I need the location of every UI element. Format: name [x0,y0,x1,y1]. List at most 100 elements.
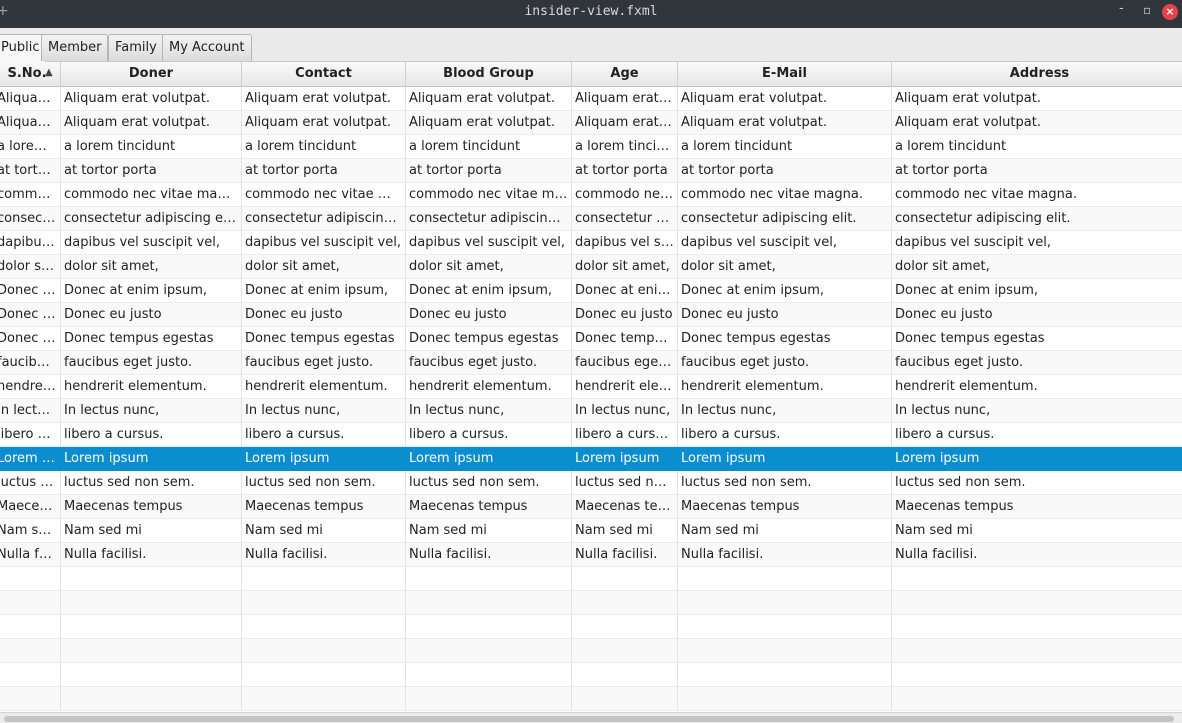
cell-age: Nulla facilisi. [572,543,678,567]
table-row[interactable]: Aliquam erat volutpat.Aliquam erat volut… [0,87,1182,111]
column-divider [571,567,572,591]
column-header-email[interactable]: E-Mail [678,62,892,87]
cell-blood-group: dolor sit amet, [406,255,572,279]
cell-contact: Donec at enim ipsum, [242,279,406,303]
cell-address: In lectus nunc, [892,399,1182,423]
cell-email: at tortor porta [678,159,892,183]
cell-blood-group: Nulla facilisi. [406,543,572,567]
cell-age: Aliquam erat volutpat. [572,111,678,135]
minimize-icon[interactable]: - [1119,1,1124,16]
cell-blood-group: at tortor porta [406,159,572,183]
tab-my-account[interactable]: My Account [162,34,252,61]
cell-address: Aliquam erat volutpat. [892,87,1182,111]
cell-sno: Donec tempus egestas [0,327,61,351]
table-row[interactable]: Donec eu justoDonec eu justoDonec eu jus… [0,303,1182,327]
cell-sno: luctus sed non sem. [0,471,61,495]
cell-age: hendrerit elementum. [572,375,678,399]
cell-contact: consectetur adipiscing elit. [242,207,406,231]
column-header-doner[interactable]: Doner [61,62,242,87]
cell-contact: Aliquam erat volutpat. [242,111,406,135]
cell-doner: Lorem ipsum [61,447,242,471]
column-header-contact[interactable]: Contact [242,62,406,87]
cell-doner: Nam sed mi [61,519,242,543]
column-divider [405,567,406,591]
table-row[interactable]: commodo nec vitae magna.commodo nec vita… [0,183,1182,207]
cell-email: Donec at enim ipsum, [678,279,892,303]
cell-blood-group: Lorem ipsum [406,447,572,471]
cell-address: Donec eu justo [892,303,1182,327]
cell-email: In lectus nunc, [678,399,892,423]
cell-address: Aliquam erat volutpat. [892,111,1182,135]
column-divider [677,615,678,639]
sort-ascending-icon: ▲ [45,67,53,78]
cell-contact: at tortor porta [242,159,406,183]
table-row[interactable]: luctus sed non sem.luctus sed non sem.lu… [0,471,1182,495]
cell-age: In lectus nunc, [572,399,678,423]
cell-age: Donec at enim ipsum, [572,279,678,303]
table-row[interactable]: Lorem ipsumLorem ipsumLorem ipsumLorem i… [0,447,1182,471]
table-row[interactable]: Aliquam erat volutpat.Aliquam erat volut… [0,111,1182,135]
table-row[interactable]: hendrerit elementum. hendrerit elementum.… [0,375,1182,399]
cell-blood-group: luctus sed non sem. [406,471,572,495]
table-row[interactable]: Donec at enim ipsum,Donec at enim ipsum,… [0,279,1182,303]
cell-email: Lorem ipsum [678,447,892,471]
cell-blood-group: Maecenas tempus [406,495,572,519]
cell-doner: commodo nec vitae magna. [61,183,242,207]
cell-contact: dolor sit amet, [242,255,406,279]
column-header-address[interactable]: Address [892,62,1182,87]
cell-sno: dapibus vel suscipit vel, [0,231,61,255]
table-row[interactable]: In lectus nunc,In lectus nunc,In lectus … [0,399,1182,423]
cell-age: commodo nec vitae magna. [572,183,678,207]
cell-sno: commodo nec vitae magna. [0,183,61,207]
cell-sno: Nulla facilisi. [0,543,61,567]
cell-sno: dolor sit amet, [0,255,61,279]
column-divider [677,663,678,687]
empty-row [0,591,1182,615]
column-divider [60,615,61,639]
table-body[interactable]: Aliquam erat volutpat.Aliquam erat volut… [0,87,1182,712]
tab-member[interactable]: Member [41,34,109,61]
cell-sno: Nam sed mi [0,519,61,543]
tab-public[interactable]: Public [0,34,47,62]
table-row[interactable]: at tortor portaat tortor portaat tortor … [0,159,1182,183]
cell-sno: hendrerit elementum. [0,375,61,399]
column-divider [405,591,406,615]
cell-blood-group: libero a cursus. [406,423,572,447]
donor-table[interactable]: S.No. Doner Contact Blood Group Age E-Mail Add… [0,62,1182,712]
table-row[interactable]: a lorem tincidunta lorem tincidunta lore… [0,135,1182,159]
cell-doner: Aliquam erat volutpat. [61,111,242,135]
cell-age: a lorem tincidunt [572,135,678,159]
horizontal-scrollbar[interactable] [0,712,1182,723]
table-row[interactable]: Nulla facilisi.Nulla facilisi.Nulla faci… [0,543,1182,567]
table-row[interactable]: dolor sit amet,dolor sit amet,dolor sit … [0,255,1182,279]
cell-blood-group: Donec at enim ipsum, [406,279,572,303]
column-divider [891,639,892,663]
column-divider [891,687,892,711]
cell-sno: libero a cursus. [0,423,61,447]
table-row[interactable]: Donec tempus egestas Donec tempus egestas… [0,327,1182,351]
cell-age: dolor sit amet, [572,255,678,279]
table-row[interactable]: faucibus eget justo.faucibus eget justo.… [0,351,1182,375]
table-row[interactable]: Nam sed miNam sed miNam sed miNam sed mi… [0,519,1182,543]
cell-doner: Maecenas tempus [61,495,242,519]
scrollbar-thumb[interactable] [4,716,1174,722]
cell-address: commodo nec vitae magna. [892,183,1182,207]
cell-sno: at tortor porta [0,159,61,183]
table-row[interactable]: Maecenas tempusMaecenas tempusMaecenas t… [0,495,1182,519]
cell-email: Donec tempus egestas [678,327,892,351]
column-header-age[interactable]: Age [572,62,678,87]
cell-doner: Donec eu justo [61,303,242,327]
column-divider [60,663,61,687]
cell-sno: Lorem ipsum [0,447,61,471]
cell-sno: a lorem tincidunt [0,135,61,159]
table-row[interactable]: libero a cursus.libero a cursus.libero a… [0,423,1182,447]
close-icon[interactable]: × [1162,4,1178,20]
window-titlebar[interactable]: + insider-view.fxml - ▫ × [0,0,1182,28]
column-header-blood-group[interactable]: Blood Group [406,62,572,87]
table-row[interactable]: consectetur adipiscing elit.consectetur … [0,207,1182,231]
restore-icon[interactable]: ▫ [1143,3,1151,17]
cell-blood-group: Donec tempus egestas [406,327,572,351]
tab-family[interactable]: Family [108,34,164,61]
table-row[interactable]: dapibus vel suscipit vel,dapibus vel sus… [0,231,1182,255]
cell-address: Nam sed mi [892,519,1182,543]
